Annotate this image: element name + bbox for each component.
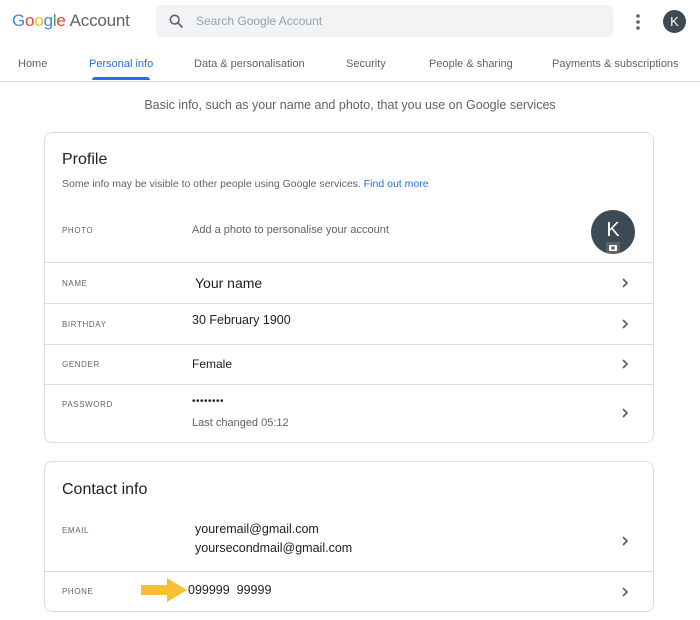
search-icon[interactable] bbox=[168, 13, 184, 29]
gender-row[interactable]: GENDER Female bbox=[45, 344, 653, 385]
page-subtitle: Basic info, such as your name and photo,… bbox=[0, 98, 700, 112]
tab-payments-subscriptions[interactable]: Payments & subscriptions bbox=[552, 58, 679, 70]
profile-photo-initial: K bbox=[606, 219, 619, 241]
logo-letter: o bbox=[25, 11, 34, 30]
logo-letter: g bbox=[44, 11, 53, 30]
password-label: PASSWORD bbox=[62, 400, 113, 409]
email-label: EMAIL bbox=[62, 526, 89, 535]
top-bar: GoogleAccount K bbox=[0, 0, 700, 44]
search-bar[interactable] bbox=[156, 5, 613, 37]
tab-data-personalisation[interactable]: Data & personalisation bbox=[194, 58, 305, 70]
password-value: •••••••• bbox=[192, 396, 224, 407]
tab-home[interactable]: Home bbox=[18, 58, 47, 70]
tab-people-sharing[interactable]: People & sharing bbox=[429, 58, 513, 70]
chevron-right-icon bbox=[619, 407, 631, 419]
contact-info-title: Contact info bbox=[62, 481, 147, 499]
photo-row[interactable]: PHOTO Add a photo to personalise your ac… bbox=[45, 204, 653, 262]
profile-subtitle-text: Some info may be visible to other people… bbox=[62, 178, 361, 190]
gender-label: GENDER bbox=[62, 360, 100, 369]
camera-icon bbox=[606, 242, 620, 254]
phone-row[interactable]: PHONE 099999 99999 bbox=[45, 571, 653, 611]
tab-personal-info[interactable]: Personal info bbox=[89, 58, 153, 70]
profile-title: Profile bbox=[62, 151, 107, 169]
gender-value: Female bbox=[192, 357, 232, 371]
birthday-row[interactable]: BIRTHDAY 30 February 1900 bbox=[45, 303, 653, 345]
active-tab-indicator bbox=[92, 77, 150, 80]
arrow-right-icon bbox=[141, 578, 187, 602]
email-value-secondary: yoursecondmail@gmail.com bbox=[195, 541, 352, 555]
chevron-right-icon bbox=[619, 318, 631, 330]
phone-value: 099999 99999 bbox=[188, 583, 271, 597]
name-label: NAME bbox=[62, 279, 88, 288]
birthday-label: BIRTHDAY bbox=[62, 320, 107, 329]
more-vert-icon[interactable] bbox=[630, 12, 646, 32]
chevron-right-icon bbox=[619, 277, 631, 289]
profile-card: Profile Some info may be visible to othe… bbox=[44, 132, 654, 443]
chevron-right-icon bbox=[619, 535, 631, 547]
logo-letter: o bbox=[34, 11, 43, 30]
search-input[interactable] bbox=[196, 5, 596, 37]
email-value-primary: youremail@gmail.com bbox=[195, 522, 319, 536]
photo-label: PHOTO bbox=[62, 226, 93, 235]
photo-text: Add a photo to personalise your account bbox=[192, 224, 389, 236]
find-out-more-link[interactable]: Find out more bbox=[364, 178, 429, 190]
password-row[interactable]: PASSWORD •••••••• Last changed 05:12 bbox=[45, 384, 653, 442]
logo-product-name: Account bbox=[70, 11, 130, 30]
logo-letter: G bbox=[12, 11, 25, 30]
contact-info-card: Contact info EMAIL youremail@gmail.com y… bbox=[44, 461, 654, 612]
account-avatar[interactable]: K bbox=[663, 10, 686, 33]
profile-photo-avatar[interactable]: K bbox=[591, 210, 635, 254]
password-last-changed: Last changed 05:12 bbox=[192, 417, 289, 429]
phone-label: PHONE bbox=[62, 587, 93, 596]
profile-subtitle: Some info may be visible to other people… bbox=[62, 178, 429, 190]
nav-tabs: Home Personal info Data & personalisatio… bbox=[0, 44, 700, 82]
logo-letter: e bbox=[56, 11, 65, 30]
name-row[interactable]: NAME Your name bbox=[45, 262, 653, 304]
name-value: Your name bbox=[195, 275, 262, 291]
tab-security[interactable]: Security bbox=[346, 58, 386, 70]
email-row[interactable]: EMAIL youremail@gmail.com yoursecondmail… bbox=[45, 510, 653, 571]
chevron-right-icon bbox=[619, 586, 631, 598]
google-account-logo[interactable]: GoogleAccount bbox=[12, 11, 130, 31]
birthday-value: 30 February 1900 bbox=[192, 313, 291, 327]
chevron-right-icon bbox=[619, 358, 631, 370]
